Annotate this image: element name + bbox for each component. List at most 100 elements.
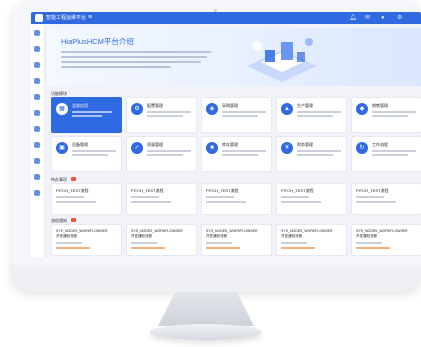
module-card-sales[interactable]: ◆ 销售管理 (351, 97, 421, 133)
todo-card[interactable]: PITCH_TEST流程 (51, 183, 122, 215)
hero-title: HiaPlusHCM平台介绍 (61, 37, 134, 46)
todo-meta (356, 196, 384, 198)
notice-title: SYS_NODES_WORKFLOWSER (281, 229, 333, 233)
notice-subtitle: 开发通知流程 (56, 234, 77, 238)
notice-title: SYS_NODES_WORKFLOWSER (56, 229, 108, 233)
module-desc (72, 111, 112, 113)
sidebar-item-9[interactable] (34, 158, 40, 164)
module-desc (222, 150, 266, 152)
sidebar-item-10[interactable] (34, 174, 40, 180)
notice-meta (56, 242, 82, 244)
todo-meta (131, 201, 171, 203)
module-desc (72, 150, 116, 152)
notice-card[interactable]: SYS_NODES_WORKFLOWSER 开发通知流程 (51, 224, 122, 256)
notice-meta (281, 242, 307, 244)
notice-title: SYS_NODES_WORKFLOWSER (206, 229, 258, 233)
app-logo (35, 14, 43, 22)
todo-card[interactable]: PITCH_TEST流程 (126, 183, 197, 215)
module-desc (297, 115, 333, 117)
notice-card[interactable]: SYS_NODES_WORKFLOWSER 开发通知流程 (126, 224, 197, 256)
hero-text-line (61, 51, 211, 53)
module-desc (72, 154, 108, 156)
config-icon: ⚙ (131, 103, 143, 115)
module-name: 销售管理 (372, 103, 388, 108)
module-name: 全部应用 (72, 103, 88, 108)
module-card-all[interactable]: ▦ 全部应用 (51, 97, 122, 133)
sidebar-item-2[interactable] (34, 46, 40, 52)
top-bar: 智能工程运维平台 ≡ 🔔︎ ✉ ● ⚙ (31, 12, 421, 24)
hot-badge (71, 218, 76, 222)
module-name: 工作流程 (372, 142, 388, 147)
todo-meta (281, 196, 309, 198)
todo-card[interactable]: PITCH_TEST流程 (351, 183, 421, 215)
sidebar-item-5[interactable] (34, 94, 40, 100)
module-name: 生产管理 (297, 103, 313, 108)
module-desc (372, 150, 416, 152)
bell-icon[interactable]: 🔔︎ (349, 14, 357, 22)
module-desc (72, 115, 102, 117)
notice-title: SYS_NODES_WORKFLOWSER (356, 229, 408, 233)
sidebar-item-8[interactable] (34, 142, 40, 148)
todo-title: PITCH_TEST流程 (356, 188, 389, 193)
module-card-flow[interactable]: ↻ 工作流程 (351, 136, 421, 172)
settings-icon[interactable]: ⚙ (397, 14, 402, 22)
hot-badge (71, 177, 76, 181)
hero-text-line (61, 61, 201, 63)
sidebar-item-7[interactable] (34, 126, 40, 132)
factory-icon: ▲ (281, 103, 293, 115)
notice-meta (206, 247, 240, 249)
hero-illustration (247, 38, 317, 82)
todo-meta (206, 196, 234, 198)
sidebar (31, 24, 45, 257)
notice-card[interactable]: SYS_NODES_WORKFLOWSER 开发通知流程 (276, 224, 347, 256)
todo-meta (131, 196, 159, 198)
notice-card[interactable]: SYS_NODES_WORKFLOWSER 开发通知流程 (351, 224, 421, 256)
module-card-finance[interactable]: ¥ 财务管理 (276, 136, 347, 172)
module-desc (222, 154, 258, 156)
device-icon: ▣ (56, 142, 68, 154)
sidebar-item-home[interactable] (34, 30, 40, 36)
notice-meta (206, 242, 232, 244)
module-desc (372, 154, 408, 156)
hero-banner: HiaPlusHCM平台介绍 (47, 28, 421, 86)
todo-meta (356, 201, 396, 203)
sidebar-item-3[interactable] (34, 62, 40, 68)
module-card-purchase[interactable]: ◈ 采购管理 (201, 97, 272, 133)
sidebar-item-6[interactable] (34, 110, 40, 116)
flow-icon: ↻ (356, 142, 368, 154)
module-card-production[interactable]: ▲ 生产管理 (276, 97, 347, 133)
todo-meta (206, 201, 246, 203)
user-icon[interactable]: ● (381, 14, 385, 22)
module-name: 质量管理 (147, 142, 163, 147)
notice-card[interactable]: SYS_NODES_WORKFLOWSER 开发通知流程 (201, 224, 272, 256)
todo-meta (56, 196, 84, 198)
notice-subtitle: 开发通知流程 (131, 234, 152, 238)
sidebar-item-4[interactable] (34, 78, 40, 84)
todo-title: PITCH_TEST流程 (281, 188, 314, 193)
notice-title: SYS_NODES_WORKFLOWSER (131, 229, 183, 233)
todo-meta (56, 201, 96, 203)
app-title: 智能工程运维平台 (46, 15, 87, 21)
module-desc (147, 111, 191, 113)
module-desc (372, 111, 416, 113)
todo-card[interactable]: PITCH_TEST流程 (276, 183, 347, 215)
todo-title: PITCH_TEST流程 (206, 188, 239, 193)
module-desc (297, 154, 333, 156)
finance-icon: ¥ (281, 142, 293, 154)
menu-icon[interactable]: ≡ (88, 14, 92, 22)
notice-subtitle: 开发通知流程 (206, 234, 227, 238)
module-card-quality[interactable]: ✓ 质量管理 (126, 136, 197, 172)
module-card-config[interactable]: ⚙ 配置管理 (126, 97, 197, 133)
hero-text-line (61, 56, 207, 58)
module-card-stock[interactable]: ■ 库存管理 (201, 136, 272, 172)
notice-meta (356, 247, 390, 249)
todo-title: PITCH_TEST流程 (56, 188, 89, 193)
todo-card[interactable]: PITCH_TEST流程 (201, 183, 272, 215)
mail-icon[interactable]: ✉ (365, 14, 370, 22)
sidebar-item-11[interactable] (34, 190, 40, 196)
module-card-device[interactable]: ▣ 设备管理 (51, 136, 122, 172)
todo-meta (281, 201, 321, 203)
module-desc (297, 111, 341, 113)
module-desc (297, 150, 341, 152)
hero-text-line (61, 66, 171, 68)
